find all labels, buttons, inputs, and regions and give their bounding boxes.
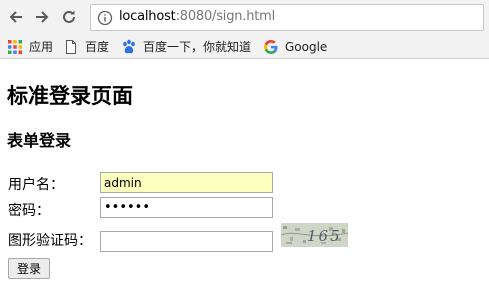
captcha-label: 图形验证码：: [8, 233, 92, 249]
reload-button[interactable]: [59, 7, 79, 27]
browser-toolbar: localhost:8080/sign.html: [0, 0, 489, 34]
bookmarks-bar: 应用 百度 百度一下，你就知道 Google: [0, 34, 489, 59]
page-icon: [66, 39, 76, 54]
password-label: 密码：: [8, 203, 50, 219]
bookmark-google[interactable]: Google: [263, 37, 327, 56]
url-path: :8080/sign.html: [175, 9, 276, 24]
forward-button[interactable]: [32, 7, 52, 27]
username-label: 用户名：: [8, 177, 64, 193]
form-title: 表单登录: [7, 131, 72, 150]
url-host: localhost: [119, 9, 176, 24]
password-field[interactable]: [100, 197, 273, 218]
username-field[interactable]: [100, 172, 273, 193]
bookmark-apps[interactable]: 应用: [7, 37, 53, 56]
captcha-image[interactable]: 165: [280, 223, 349, 247]
bookmark-baidu-search[interactable]: 百度一下，你就知道: [121, 37, 251, 56]
google-g-icon: [264, 39, 278, 54]
address-bar[interactable]: localhost:8080/sign.html: [90, 4, 484, 31]
bookmark-label: 应用: [29, 40, 54, 54]
bookmark-label: 百度: [85, 40, 110, 54]
captcha-noise: 165: [280, 223, 349, 247]
reload-icon: [63, 10, 75, 23]
login-button[interactable]: 登录: [8, 258, 50, 279]
bookmark-label: Google: [285, 39, 328, 54]
captcha-field[interactable]: [100, 231, 273, 252]
baidu-paw-icon: [123, 39, 135, 53]
arrow-left-icon: [9, 11, 22, 23]
url-text: localhost:8080/sign.html: [119, 9, 275, 24]
arrow-right-icon: [36, 11, 49, 23]
bookmark-baidu[interactable]: 百度: [63, 37, 109, 56]
page-title: 标准登录页面: [7, 83, 133, 108]
info-icon[interactable]: [97, 10, 113, 26]
captcha-code: 165: [307, 227, 342, 245]
bookmark-label: 百度一下，你就知道: [143, 40, 252, 54]
apps-grid-icon: [8, 39, 22, 54]
back-button[interactable]: [6, 7, 26, 27]
